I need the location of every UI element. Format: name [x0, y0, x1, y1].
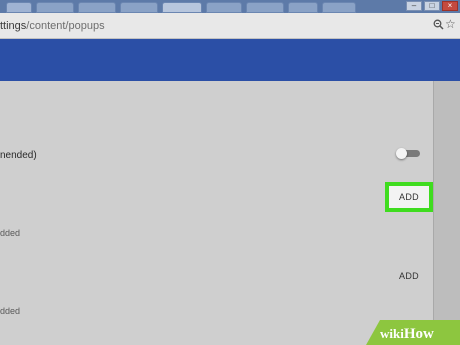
browser-tab[interactable] [120, 2, 158, 13]
allow-add-button[interactable]: ADD [392, 268, 426, 284]
page-edge [433, 81, 460, 345]
popups-setting-label: nended) [0, 150, 37, 161]
block-add-button[interactable]: ADD [385, 182, 433, 212]
browser-tab[interactable] [78, 2, 116, 13]
settings-header [0, 39, 460, 81]
browser-tab-active[interactable] [162, 2, 202, 13]
close-button[interactable]: × [442, 1, 458, 11]
watermark-suffix: How [403, 326, 434, 342]
browser-tab[interactable] [288, 2, 318, 13]
browser-tab[interactable] [246, 2, 284, 13]
zoom-icon[interactable] [433, 19, 444, 30]
browser-tab[interactable] [322, 2, 356, 13]
url-text[interactable]: ttings/content/popups [0, 20, 105, 32]
allow-empty-text: dded [0, 306, 21, 316]
tab-strip: – □ × [0, 0, 460, 13]
window-controls: – □ × [406, 1, 458, 12]
maximize-button[interactable]: □ [424, 1, 440, 11]
browser-tab[interactable] [206, 2, 242, 13]
watermark-prefix: wiki [380, 326, 404, 341]
minimize-button[interactable]: – [406, 1, 422, 11]
popups-toggle[interactable] [396, 148, 420, 159]
url-host: ttings [0, 20, 27, 32]
browser-tab[interactable] [6, 2, 32, 13]
star-icon[interactable]: ☆ [445, 17, 457, 31]
wikihow-logo: wikiHow [380, 326, 434, 343]
address-bar[interactable]: ttings/content/popups ☆ [0, 13, 460, 39]
popups-settings-panel [0, 81, 433, 345]
block-empty-text: dded [0, 228, 21, 238]
url-path: /content/popups [26, 20, 105, 32]
browser-tab[interactable] [36, 2, 74, 13]
toggle-knob [396, 148, 407, 159]
